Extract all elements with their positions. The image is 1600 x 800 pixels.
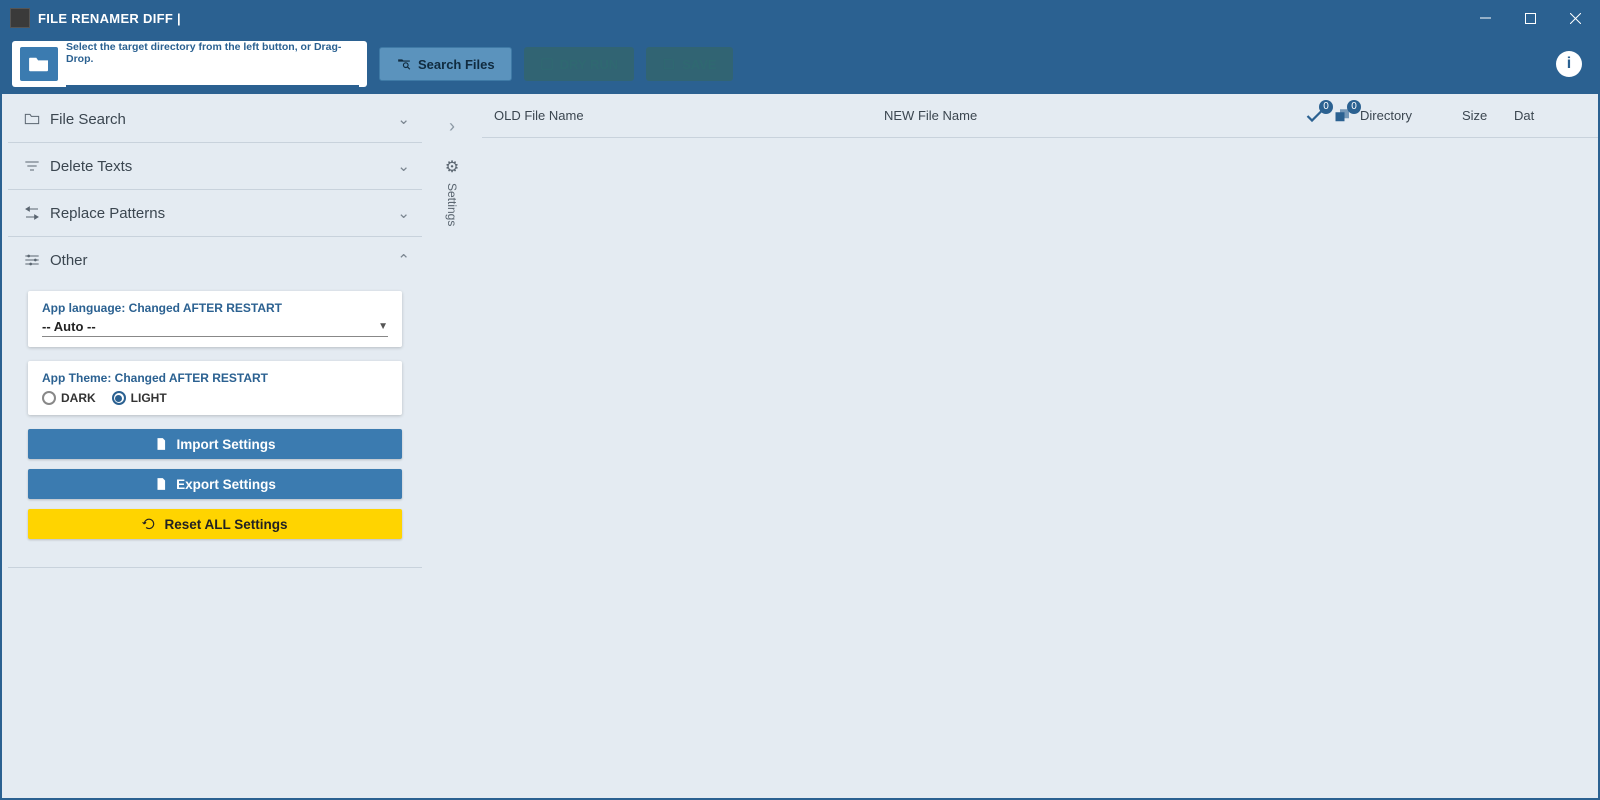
check-count-badge[interactable]: 0 — [1306, 109, 1324, 123]
section-header-other[interactable]: Other ⌃ — [8, 237, 422, 283]
panel-divider: › ⚙ Settings — [422, 94, 482, 798]
close-icon — [1570, 13, 1581, 24]
folder-search-icon — [396, 57, 412, 71]
settings-tab[interactable]: ⚙ Settings — [445, 157, 459, 226]
section-other: Other ⌃ App language: Changed AFTER REST… — [8, 237, 422, 568]
section-title: Other — [50, 252, 88, 269]
language-value: -- Auto -- — [42, 319, 378, 334]
reset-settings-button[interactable]: Reset ALL Settings — [28, 509, 402, 539]
gear-icon: ⚙ — [445, 157, 459, 177]
section-title: Delete Texts — [50, 158, 132, 175]
window-title: FILE RENAMER DIFF | — [38, 11, 181, 26]
export-settings-button[interactable]: Export Settings — [28, 469, 402, 499]
chevron-down-icon: ⌄ — [397, 157, 410, 175]
settings-tab-label: Settings — [445, 183, 459, 226]
column-new-name[interactable]: NEW File Name — [884, 108, 1284, 123]
dry-run-button: DRY RUN — [524, 47, 635, 81]
language-label: App language: Changed AFTER RESTART — [42, 301, 388, 315]
chevron-up-icon: ⌃ — [397, 251, 410, 269]
info-button[interactable]: i — [1556, 51, 1582, 77]
column-size[interactable]: Size — [1462, 108, 1506, 123]
refresh-icon — [142, 517, 156, 531]
save-label: SAVE — [682, 57, 716, 72]
search-files-label: Search Files — [418, 57, 495, 72]
chevron-down-icon: ⌄ — [397, 204, 410, 222]
save-button: SAVE — [646, 47, 732, 81]
minimize-icon — [1480, 13, 1491, 24]
results-header: OLD File Name NEW File Name 0 0 Director… — [482, 94, 1598, 138]
folder-outline-icon — [24, 112, 42, 126]
section-replace-patterns: Replace Patterns ⌄ — [8, 190, 422, 237]
radio-label: DARK — [61, 391, 96, 405]
theme-label: App Theme: Changed AFTER RESTART — [42, 371, 388, 385]
section-header-delete-texts[interactable]: Delete Texts ⌄ — [8, 143, 422, 189]
browse-folder-button[interactable] — [20, 47, 58, 81]
button-label: Import Settings — [176, 437, 275, 452]
folder-icon — [28, 55, 50, 73]
toolbar: Select the target directory from the lef… — [2, 34, 1598, 94]
app-icon — [10, 8, 30, 28]
theme-card: App Theme: Changed AFTER RESTART DARK LI… — [28, 361, 402, 415]
sliders-icon — [24, 253, 42, 267]
column-old-name[interactable]: OLD File Name — [494, 108, 884, 123]
section-header-replace-patterns[interactable]: Replace Patterns ⌄ — [8, 190, 422, 236]
filter-icon — [24, 159, 42, 173]
section-title: Replace Patterns — [50, 205, 165, 222]
results-panel: OLD File Name NEW File Name 0 0 Director… — [482, 94, 1598, 798]
expand-panel-button[interactable]: › — [449, 116, 455, 137]
close-button[interactable] — [1553, 2, 1598, 34]
duplicate-count: 0 — [1347, 100, 1361, 114]
titlebar: FILE RENAMER DIFF | — [2, 2, 1598, 34]
info-icon: i — [1567, 55, 1571, 73]
settings-sidebar: File Search ⌄ Delete Texts ⌄ Replace Pat… — [2, 94, 422, 798]
search-files-button[interactable]: Search Files — [379, 47, 512, 81]
import-settings-button[interactable]: Import Settings — [28, 429, 402, 459]
dropdown-icon: ▼ — [378, 321, 388, 332]
column-date[interactable]: Dat — [1506, 108, 1540, 123]
column-directory[interactable]: Directory — [1352, 108, 1462, 123]
theme-radio-light[interactable]: LIGHT — [112, 391, 167, 405]
radio-label: LIGHT — [131, 391, 167, 405]
duplicate-count-badge[interactable]: 0 — [1334, 109, 1352, 123]
file-export-icon — [154, 477, 168, 491]
language-select[interactable]: -- Auto -- ▼ — [42, 319, 388, 337]
section-file-search: File Search ⌄ — [8, 96, 422, 143]
directory-hint: Select the target directory from the lef… — [66, 41, 359, 65]
chevron-right-icon: › — [449, 116, 455, 136]
dry-run-label: DRY RUN — [560, 57, 619, 72]
button-label: Export Settings — [176, 477, 276, 492]
theme-radio-dark[interactable]: DARK — [42, 391, 96, 405]
button-label: Reset ALL Settings — [164, 517, 287, 532]
section-header-file-search[interactable]: File Search ⌄ — [8, 96, 422, 142]
save-icon — [662, 57, 676, 71]
directory-input[interactable] — [66, 67, 359, 87]
check-count: 0 — [1319, 100, 1333, 114]
maximize-button[interactable] — [1508, 2, 1553, 34]
maximize-icon — [1525, 13, 1536, 24]
directory-card: Select the target directory from the lef… — [12, 41, 367, 87]
dry-run-icon — [540, 57, 554, 71]
file-import-icon — [154, 437, 168, 451]
chevron-down-icon: ⌄ — [397, 110, 410, 128]
section-title: File Search — [50, 111, 126, 128]
replace-icon — [24, 206, 42, 220]
language-card: App language: Changed AFTER RESTART -- A… — [28, 291, 402, 347]
section-delete-texts: Delete Texts ⌄ — [8, 143, 422, 190]
radio-unchecked-icon — [42, 391, 56, 405]
radio-checked-icon — [112, 391, 126, 405]
minimize-button[interactable] — [1463, 2, 1508, 34]
